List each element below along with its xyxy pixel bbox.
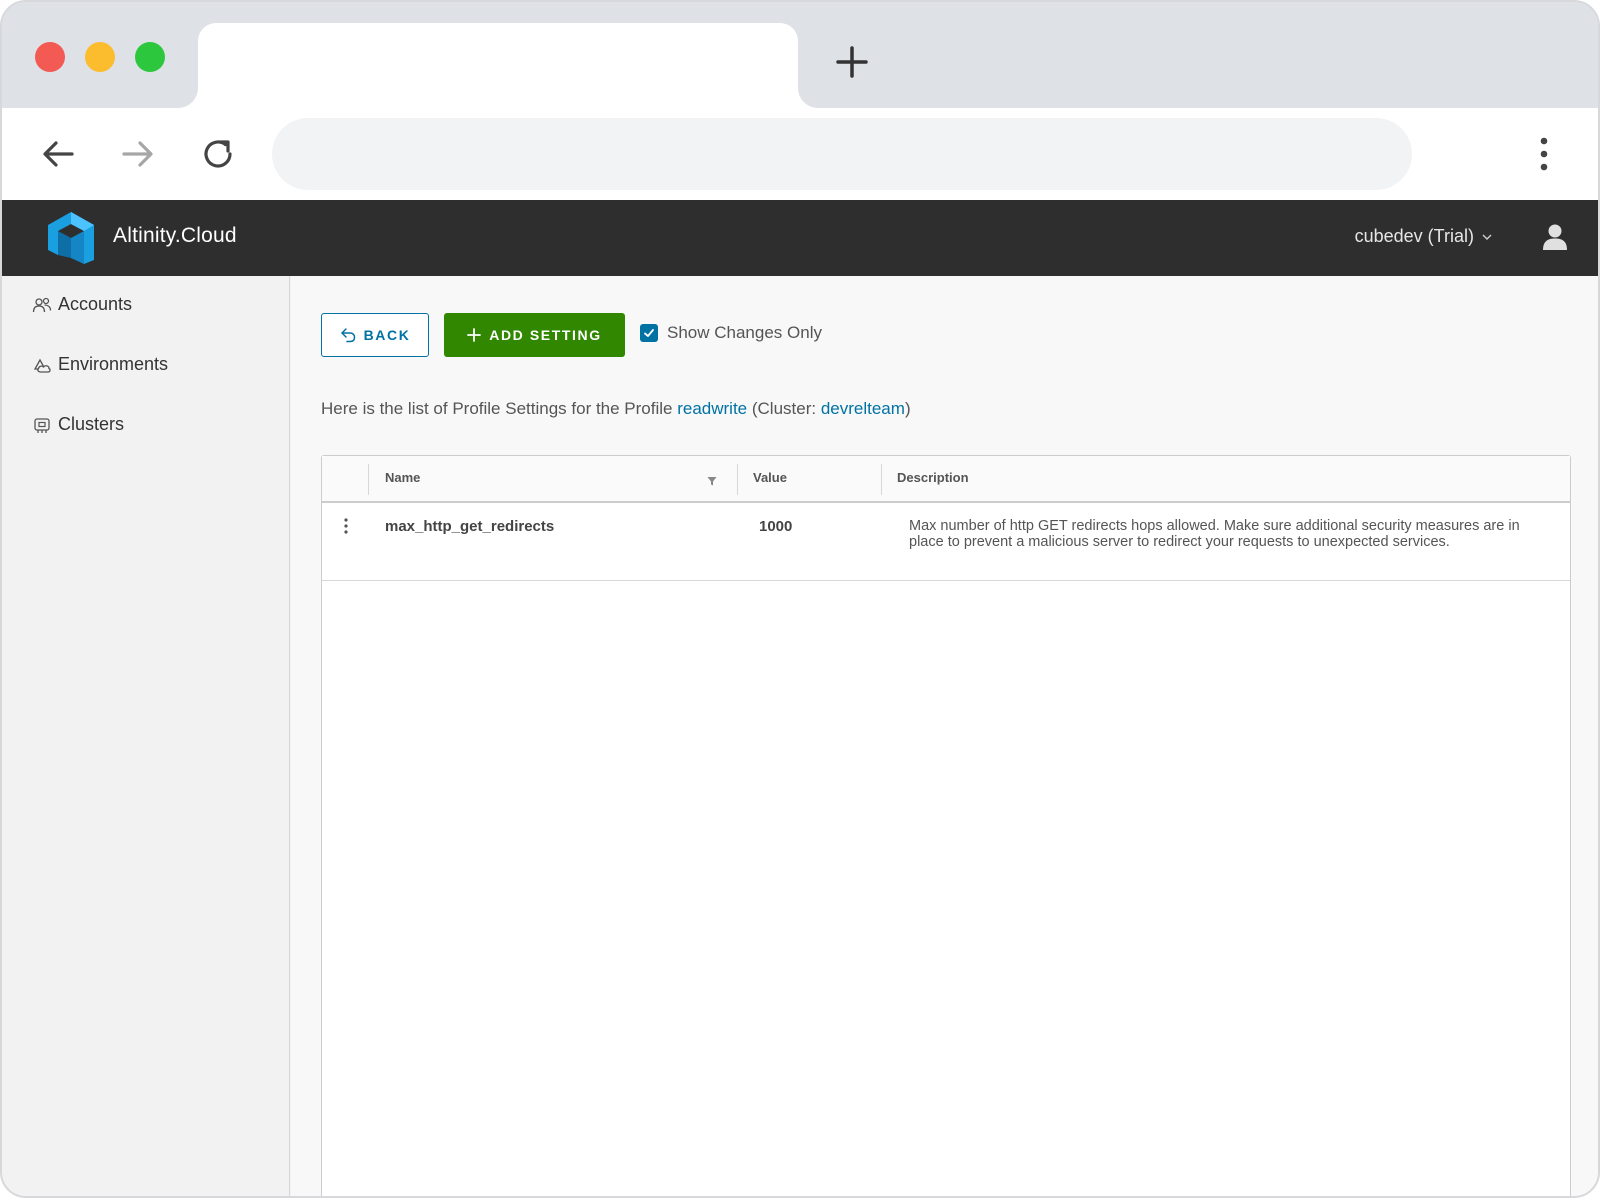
reload-button[interactable] [194, 130, 242, 178]
reload-icon [204, 140, 232, 168]
forward-nav-button[interactable] [114, 130, 162, 178]
column-separator [368, 464, 369, 495]
user-icon [1543, 224, 1567, 250]
plus-icon [836, 46, 868, 78]
account-name: cubedev (Trial) [1354, 226, 1474, 246]
filter-icon[interactable] [706, 474, 718, 486]
users-icon [32, 297, 52, 312]
intro-suffix: ) [904, 399, 911, 418]
undo-arrow-icon [340, 328, 355, 343]
sidebar-item-label: Environments [58, 354, 169, 374]
sidebar-item-accounts[interactable]: Accounts [32, 294, 132, 315]
chevron-down-icon [1482, 234, 1492, 240]
tab-strip [2, 2, 1598, 108]
browser-menu-button[interactable] [1520, 130, 1568, 178]
back-button-label: BACK [363, 327, 411, 343]
column-header-name[interactable]: Name [385, 470, 420, 485]
column-separator [737, 464, 738, 495]
show-changes-only-toggle[interactable]: Show Changes Only [640, 323, 822, 343]
maximize-window-button[interactable] [135, 42, 165, 72]
account-switcher[interactable]: cubedev (Trial) [1355, 226, 1492, 247]
arrow-left-icon [43, 141, 74, 167]
user-menu-button[interactable] [1540, 222, 1570, 252]
grid-header: Name Value Description [322, 456, 1570, 503]
profile-link[interactable]: readwrite [677, 399, 747, 418]
vertical-dots-icon [344, 518, 348, 534]
sidebar-item-label: Clusters [58, 414, 125, 434]
arrow-right-icon [122, 141, 153, 167]
settings-grid: Name Value Description max_http_get_redi… [321, 455, 1571, 1196]
altinity-logo-icon[interactable] [46, 210, 96, 266]
add-setting-button[interactable]: ADD SETTING [444, 313, 625, 357]
browser-toolbar [2, 108, 1598, 200]
address-bar[interactable] [272, 118, 1412, 190]
show-changes-checkbox[interactable] [640, 324, 658, 342]
column-header-value[interactable]: Value [753, 470, 787, 485]
sidebar-item-clusters[interactable]: Clusters [32, 414, 124, 435]
browser-tab-active[interactable] [198, 23, 798, 108]
environments-icon [33, 358, 51, 373]
add-setting-label: ADD SETTING [489, 327, 602, 343]
column-separator [881, 464, 882, 495]
row-actions-button[interactable] [338, 517, 354, 537]
brand-name[interactable]: Altinity.Cloud [113, 224, 237, 248]
column-header-description[interactable]: Description [897, 470, 969, 485]
back-button[interactable]: BACK [321, 313, 429, 357]
new-tab-button[interactable] [830, 40, 874, 84]
browser-window: Altinity.Cloud cubedev (Trial) Accounts [0, 0, 1600, 1198]
sidebar-item-environments[interactable]: Environments [32, 354, 168, 375]
clusters-icon [34, 417, 50, 433]
main-content: BACK ADD SETTING Show Changes Only Here … [291, 276, 1598, 1196]
vertical-dots-icon [1540, 137, 1548, 171]
plus-icon [467, 328, 482, 342]
setting-value: 1000 [759, 518, 793, 535]
show-changes-label: Show Changes Only [667, 323, 822, 342]
table-row: max_http_get_redirects 1000 Max number o… [322, 503, 1570, 581]
app-header: Altinity.Cloud cubedev (Trial) [2, 200, 1598, 276]
minimize-window-button[interactable] [85, 42, 115, 72]
sidebar-item-label: Accounts [58, 294, 133, 314]
checkmark-icon [644, 329, 654, 337]
close-window-button[interactable] [35, 42, 65, 72]
cluster-link[interactable]: devrelteam [821, 399, 905, 418]
intro-text: Here is the list of Profile Settings for… [321, 399, 911, 419]
sidebar: Accounts Environments Clusters [2, 276, 290, 1196]
setting-name: max_http_get_redirects [385, 518, 555, 535]
intro-cluster-prefix: (Cluster: [747, 399, 821, 418]
intro-prefix: Here is the list of Profile Settings for… [321, 399, 678, 418]
back-nav-button[interactable] [34, 130, 82, 178]
setting-description: Max number of http GET redirects hops al… [909, 518, 1520, 550]
